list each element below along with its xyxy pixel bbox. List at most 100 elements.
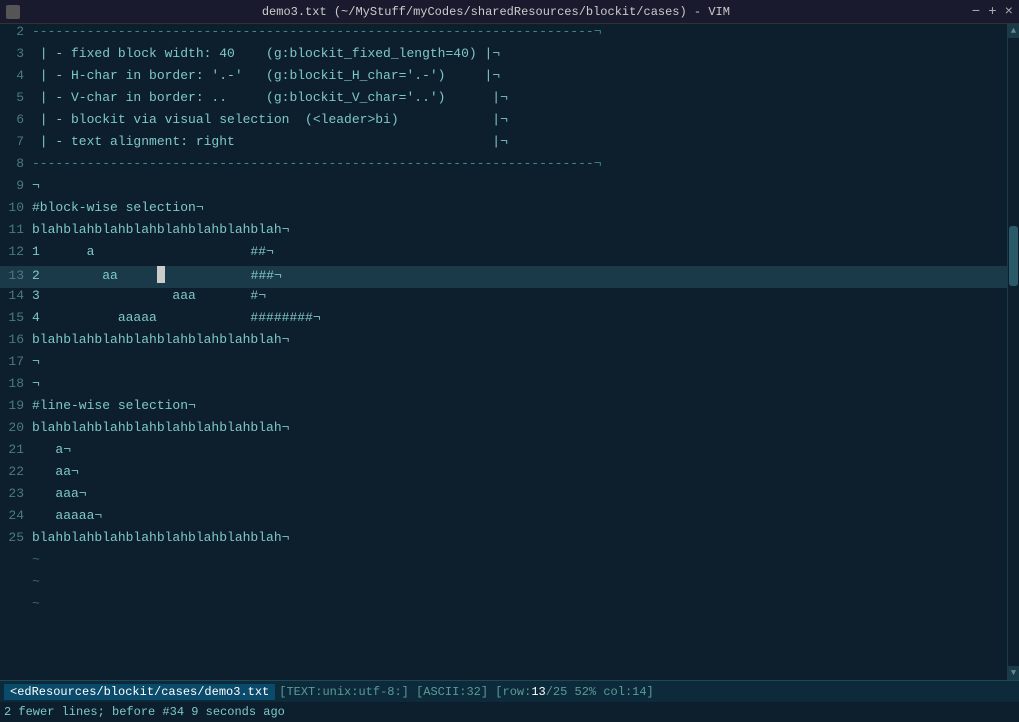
line-num-5: 5 bbox=[4, 90, 32, 105]
tilde-line-1: ~ bbox=[0, 574, 1007, 596]
line-content-21: a¬ bbox=[32, 442, 71, 457]
line-2: 2---------------------------------------… bbox=[0, 24, 1007, 46]
line-num-6: 6 bbox=[4, 112, 32, 127]
line-content-23: aaa¬ bbox=[32, 486, 87, 501]
line-6: 6 | - blockit via visual selection (<lea… bbox=[0, 112, 1007, 134]
tilde-line-0: ~ bbox=[0, 552, 1007, 574]
status-row-label: [row: bbox=[495, 685, 531, 699]
window-controls[interactable]: − + × bbox=[972, 4, 1013, 20]
line-content-3: | - fixed block width: 40 (g:blockit_fix… bbox=[32, 46, 500, 61]
line-content-15: 4 aaaaa ########¬ bbox=[32, 310, 321, 325]
scrollbar[interactable]: ▲ ▼ bbox=[1007, 24, 1019, 680]
line-num-17: 17 bbox=[4, 354, 32, 369]
app-icon bbox=[6, 5, 20, 19]
line-content-19: #line-wise selection¬ bbox=[32, 398, 196, 413]
scrollbar-arrow-up[interactable]: ▲ bbox=[1008, 24, 1019, 38]
tilde-char: ~ bbox=[32, 574, 40, 589]
tilde-char: ~ bbox=[32, 552, 40, 567]
line-content-7: | - text alignment: right |¬ bbox=[32, 134, 508, 149]
line-11: 11blahblahblahblahblahblahblahblah¬ bbox=[0, 222, 1007, 244]
text-cursor bbox=[157, 266, 165, 283]
line-content-10: #block-wise selection¬ bbox=[32, 200, 204, 215]
line-21: 21 a¬ bbox=[0, 442, 1007, 464]
line-18: 18¬ bbox=[0, 376, 1007, 398]
line-content-5: | - V-char in border: .. (g:blockit_V_ch… bbox=[32, 90, 508, 105]
scrollbar-thumb[interactable] bbox=[1009, 226, 1018, 286]
line-content-18: ¬ bbox=[32, 376, 40, 391]
status-path: <edResources/blockit/cases/demo3.txt bbox=[4, 684, 275, 700]
line-content-13: 2 aa ###¬ bbox=[32, 266, 282, 283]
status-info: [TEXT:unix:utf-8:] [ASCII:32] [row:13/25… bbox=[279, 685, 654, 699]
line-5: 5 | - V-char in border: .. (g:blockit_V_… bbox=[0, 90, 1007, 112]
line-num-2: 2 bbox=[4, 24, 32, 39]
line-10: 10#block-wise selection¬ bbox=[0, 200, 1007, 222]
line-3: 3 | - fixed block width: 40 (g:blockit_f… bbox=[0, 46, 1007, 68]
content-area[interactable]: 2---------------------------------------… bbox=[0, 24, 1007, 680]
tilde-char: ~ bbox=[32, 596, 40, 611]
tilde-line-2: ~ bbox=[0, 596, 1007, 618]
window-title: demo3.txt (~/MyStuff/myCodes/sharedResou… bbox=[20, 5, 972, 19]
line-15: 154 aaaaa ########¬ bbox=[0, 310, 1007, 332]
maximize-button[interactable]: + bbox=[988, 4, 996, 20]
line-num-20: 20 bbox=[4, 420, 32, 435]
line-num-3: 3 bbox=[4, 46, 32, 61]
minimize-button[interactable]: − bbox=[972, 4, 980, 20]
line-num-19: 19 bbox=[4, 398, 32, 413]
line-8: 8---------------------------------------… bbox=[0, 156, 1007, 178]
line-12: 121 a ##¬ bbox=[0, 244, 1007, 266]
line-25: 25blahblahblahblahblahblahblahblah¬ bbox=[0, 530, 1007, 552]
line-num-23: 23 bbox=[4, 486, 32, 501]
line-num-10: 10 bbox=[4, 200, 32, 215]
line-22: 22 aa¬ bbox=[0, 464, 1007, 486]
line-13: 132 aa ###¬ bbox=[0, 266, 1007, 288]
status-col: col:14] bbox=[603, 685, 653, 699]
line-num-15: 15 bbox=[4, 310, 32, 325]
line-content-2: ----------------------------------------… bbox=[32, 24, 602, 39]
line-num-7: 7 bbox=[4, 134, 32, 149]
close-button[interactable]: × bbox=[1005, 4, 1013, 20]
status-percent: 52% bbox=[575, 685, 597, 699]
line-content-22: aa¬ bbox=[32, 464, 79, 479]
line-num-13: 13 bbox=[4, 268, 32, 283]
line-num-22: 22 bbox=[4, 464, 32, 479]
line-num-8: 8 bbox=[4, 156, 32, 171]
line-17: 17¬ bbox=[0, 354, 1007, 376]
line-num-16: 16 bbox=[4, 332, 32, 347]
line-num-11: 11 bbox=[4, 222, 32, 237]
line-num-9: 9 bbox=[4, 178, 32, 193]
line-num-18: 18 bbox=[4, 376, 32, 391]
status-row-num: 13 bbox=[531, 685, 545, 699]
line-19: 19#line-wise selection¬ bbox=[0, 398, 1007, 420]
line-9: 9¬ bbox=[0, 178, 1007, 200]
line-num-21: 21 bbox=[4, 442, 32, 457]
line-content-24: aaaaa¬ bbox=[32, 508, 102, 523]
line-7: 7 | - text alignment: right |¬ bbox=[0, 134, 1007, 156]
line-20: 20blahblahblahblahblahblahblahblah¬ bbox=[0, 420, 1007, 442]
line-num-4: 4 bbox=[4, 68, 32, 83]
line-content-20: blahblahblahblahblahblahblahblah¬ bbox=[32, 420, 289, 435]
line-content-6: | - blockit via visual selection (<leade… bbox=[32, 112, 508, 127]
line-num-14: 14 bbox=[4, 288, 32, 303]
line-num-25: 25 bbox=[4, 530, 32, 545]
editor: 2---------------------------------------… bbox=[0, 24, 1019, 680]
line-16: 16blahblahblahblahblahblahblahblah¬ bbox=[0, 332, 1007, 354]
scrollbar-track[interactable] bbox=[1008, 38, 1019, 666]
line-num-12: 12 bbox=[4, 244, 32, 259]
line-content-9: ¬ bbox=[32, 178, 40, 193]
line-14: 143 aaa #¬ bbox=[0, 288, 1007, 310]
command-line: 2 fewer lines; before #34 9 seconds ago bbox=[0, 702, 1019, 722]
line-content-17: ¬ bbox=[32, 354, 40, 369]
line-24: 24 aaaaa¬ bbox=[0, 508, 1007, 530]
line-content-25: blahblahblahblahblahblahblahblah¬ bbox=[32, 530, 289, 545]
line-content-8: ----------------------------------------… bbox=[32, 156, 602, 171]
line-content-16: blahblahblahblahblahblahblahblah¬ bbox=[32, 332, 289, 347]
command-text: 2 fewer lines; before #34 9 seconds ago bbox=[4, 705, 285, 719]
line-content-4: | - H-char in border: '.-' (g:blockit_H_… bbox=[32, 68, 500, 83]
line-content-11: blahblahblahblahblahblahblahblah¬ bbox=[32, 222, 289, 237]
status-bar: <edResources/blockit/cases/demo3.txt [TE… bbox=[0, 680, 1019, 702]
line-4: 4 | - H-char in border: '.-' (g:blockit_… bbox=[0, 68, 1007, 90]
scrollbar-arrow-down[interactable]: ▼ bbox=[1008, 666, 1019, 680]
line-23: 23 aaa¬ bbox=[0, 486, 1007, 508]
line-content-14: 3 aaa #¬ bbox=[32, 288, 266, 303]
title-bar: demo3.txt (~/MyStuff/myCodes/sharedResou… bbox=[0, 0, 1019, 24]
